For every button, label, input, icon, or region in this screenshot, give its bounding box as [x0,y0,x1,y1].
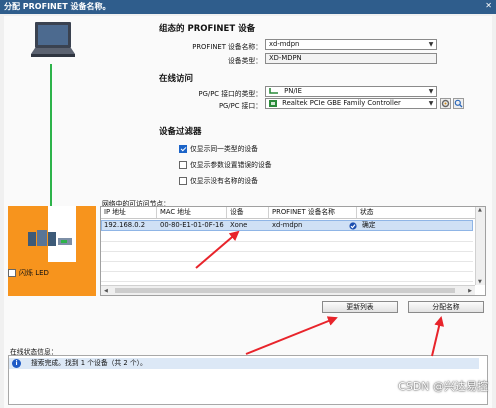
grid-line [101,251,473,252]
network-link-line [50,64,52,206]
device-filter-heading: 设备过滤器 [159,127,202,137]
update-list-button[interactable]: 更新列表 [322,301,398,313]
grid-line [101,271,473,272]
column-header-mac[interactable]: MAC 地址 [157,207,227,218]
pgpc-type-combo[interactable]: PN/IE ▼ [265,86,437,97]
ethernet-icon [269,87,278,94]
checkbox-unchecked[interactable] [179,161,187,169]
grid-line [101,281,473,282]
scroll-right-icon[interactable]: ▶ [468,288,472,294]
checkbox-unchecked[interactable] [8,269,16,277]
column-header-status[interactable]: 状态 [357,207,473,218]
pgpc-type-label: PG/PC 接口的类型： [198,90,262,98]
title-bar: 分配 PROFINET 设备名称。 ✕ [0,0,496,14]
device-type-label: 设备类型： [228,57,262,65]
cell-ip: 192.168.0.2 [104,221,146,229]
grid-line [101,241,473,242]
horizontal-scrollbar[interactable]: ◀ ▶ [101,285,475,295]
plc-device-icon [28,230,72,246]
watermark: CSDN @兴达易控 [398,380,488,393]
checkbox-checked[interactable] [179,145,187,153]
close-icon[interactable]: ✕ [485,1,492,10]
header-divider [101,218,485,219]
filter-same-type[interactable]: 仅显示同一类型的设备 [179,143,258,153]
nodes-table[interactable]: IP 地址 MAC 地址 设备 PROFINET 设备名称 状态 192.168… [100,206,486,296]
pgpc-interface-value: Realtek PCIe GBE Family Controller [282,99,401,107]
scroll-left-icon[interactable]: ◀ [104,288,108,294]
interface-properties-button[interactable] [440,98,451,109]
online-access-heading: 在线访问 [159,74,194,84]
pgpc-type-value: PN/IE [284,87,302,95]
filter-no-name[interactable]: 仅显示没有名称的设备 [179,175,258,185]
chevron-down-icon[interactable]: ▼ [427,88,435,95]
filter-param-error[interactable]: 仅显示参数设置错误的设备 [179,159,272,169]
checkbox-unchecked[interactable] [179,177,187,185]
column-header-ip[interactable]: IP 地址 [101,207,157,218]
device-type-value: XD-MDPN [269,54,302,62]
device-name-combo[interactable]: xd-mdpn ▼ [265,39,437,50]
magnifier-icon [454,99,463,108]
cell-device: Xone [230,221,248,229]
cell-mac: 00-80-E1-01-0F-16 [160,221,224,229]
column-header-profinet-name[interactable]: PROFINET 设备名称 [269,207,357,218]
device-type-field: XD-MDPN [265,53,437,64]
pgpc-interface-label: PG/PC 接口： [218,102,262,110]
vertical-scrollbar[interactable]: ▲ ▼ [475,207,485,285]
filter-no-name-label: 仅显示没有名称的设备 [190,177,258,185]
chevron-down-icon[interactable]: ▼ [427,41,435,48]
filter-param-error-label: 仅显示参数设置错误的设备 [190,161,272,169]
assign-name-button[interactable]: 分配名称 [408,301,484,313]
network-card-icon [269,99,277,107]
configured-device-heading: 组态的 PROFINET 设备 [159,24,256,34]
status-message-row: i 搜索完成。找到 1 个设备（共 2 个）。 [9,358,479,369]
flash-led-label: 闪烁 LED [19,269,49,277]
device-panel [8,206,96,296]
device-name-value: xd-mdpn [269,40,300,48]
pgpc-interface-combo[interactable]: Realtek PCIe GBE Family Controller ▼ [265,98,437,109]
gear-icon [441,99,450,108]
cell-profinet-name: xd-mdpn [272,221,303,229]
interface-diagnostics-button[interactable] [453,98,464,109]
scroll-up-icon[interactable]: ▲ [478,207,482,213]
scroll-down-icon[interactable]: ▼ [478,279,482,285]
status-message-text: 搜索完成。找到 1 个设备（共 2 个）。 [31,359,147,367]
flash-led-option[interactable]: 闪烁 LED [8,268,49,278]
chevron-down-icon[interactable]: ▼ [427,100,435,107]
grid-line [101,261,473,262]
scrollbar-thumb[interactable] [115,288,455,293]
computer-icon [31,22,75,57]
filter-same-type-label: 仅显示同一类型的设备 [190,145,258,153]
status-ok-icon [349,222,357,230]
cell-status: 确定 [362,221,376,229]
info-icon: i [12,359,21,368]
window-title: 分配 PROFINET 设备名称。 [4,2,111,11]
device-name-label: PROFINET 设备名称： [192,43,262,51]
column-header-device[interactable]: 设备 [227,207,269,218]
